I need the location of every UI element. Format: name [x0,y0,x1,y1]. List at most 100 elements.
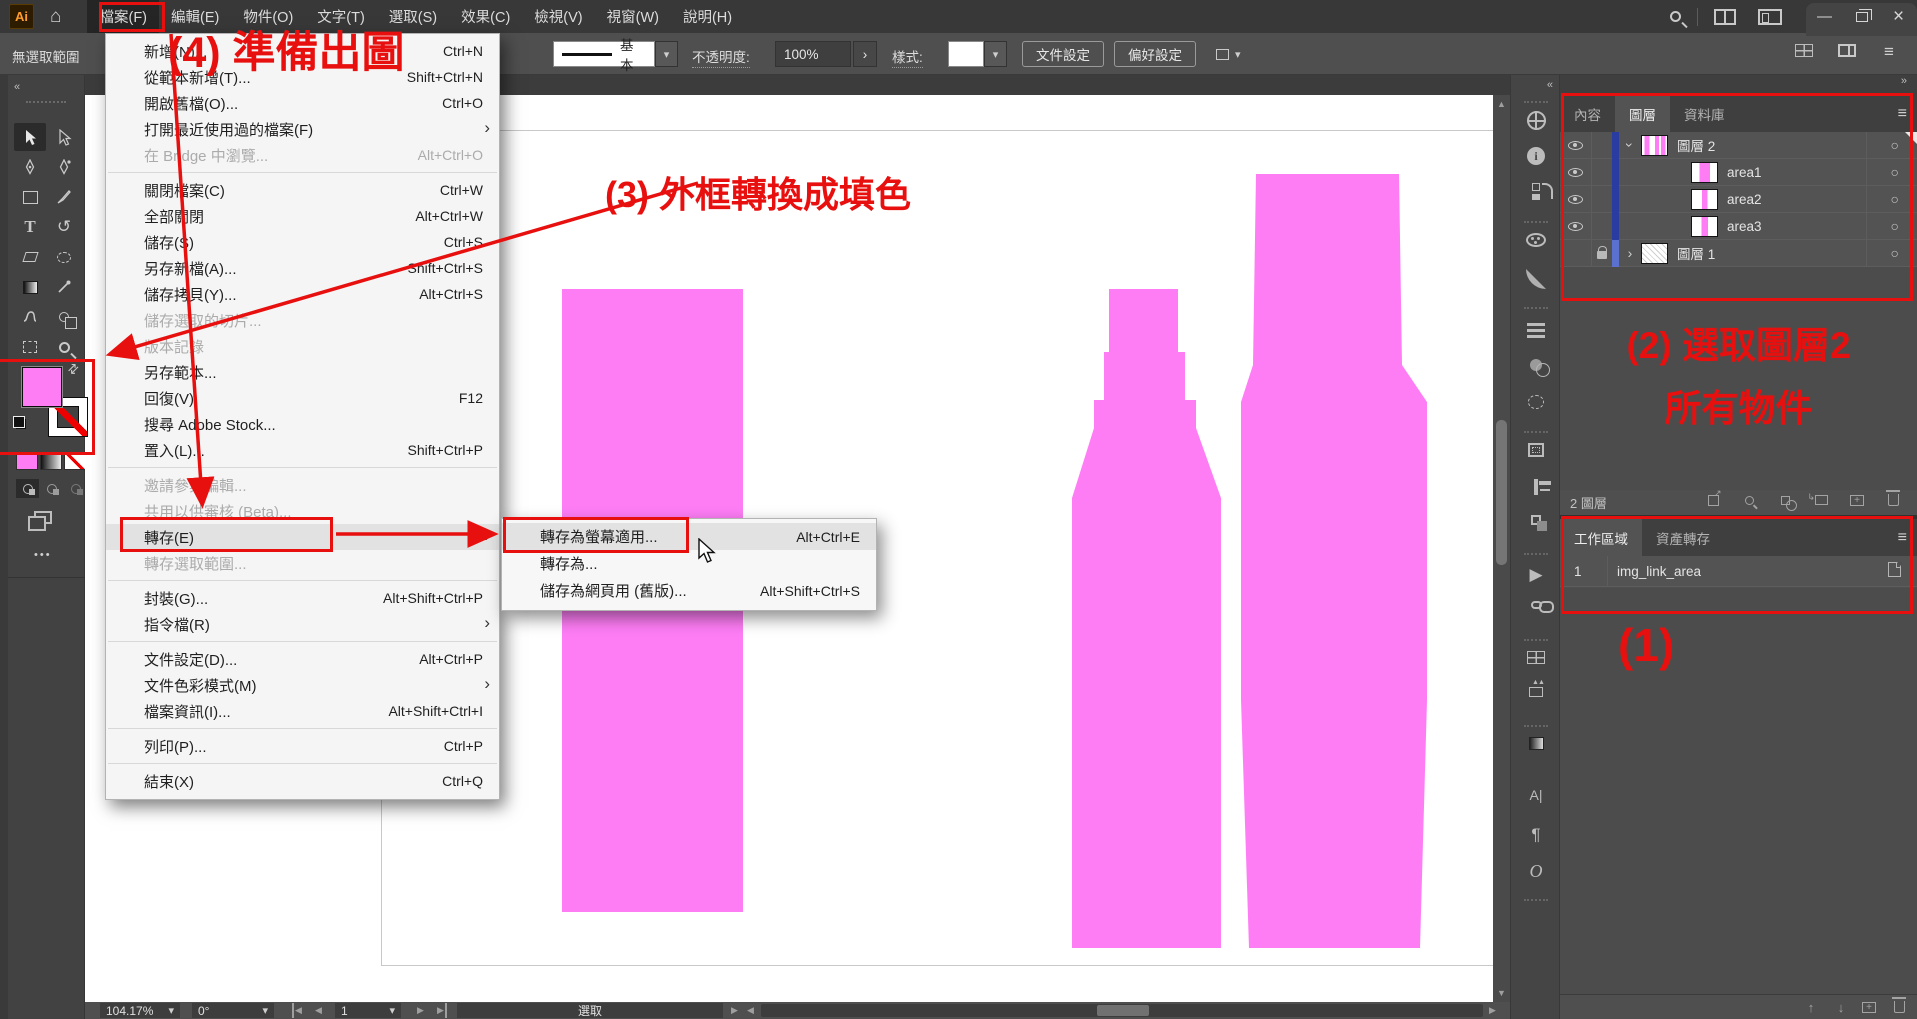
clipping-mask-icon[interactable] [1772,489,1798,511]
draw-behind-mode[interactable] [40,479,63,498]
menu-item-save-for-web-legacy[interactable]: 儲存為網頁用 (舊版)...Alt+Shift+Ctrl+S [502,577,876,604]
collapse-tools-icon[interactable]: « [14,81,20,93]
prev-artboard-button[interactable]: ◀ [315,1003,322,1018]
layer-thumbnail[interactable] [1691,216,1718,237]
menu-effect[interactable]: 效果(C) [449,0,522,33]
menu-item-export-for-screens[interactable]: 轉存為螢幕適用...Alt+Ctrl+E [502,523,876,550]
tab-libraries[interactable]: 資料庫 [1670,95,1739,132]
transparency-panel-icon[interactable] [1511,359,1561,371]
new-artboard-icon[interactable]: + [1856,996,1882,1018]
shape-builder-tool[interactable] [48,303,80,331]
menu-item-revert[interactable]: 回復(V)F12 [106,385,499,411]
expand-panels-icon[interactable]: « [1547,79,1553,91]
layer-thumbnail[interactable] [1641,135,1668,156]
paragraph-panel-icon[interactable]: ¶ [1511,825,1561,845]
menu-item-document-color-mode[interactable]: 文件色彩模式(M)› [106,672,499,698]
collect-for-export-icon[interactable] [1700,489,1726,511]
rectangle-tool[interactable] [14,183,46,211]
horizontal-scroll-thumb[interactable] [1097,1005,1149,1016]
menu-item-file-info[interactable]: 檔案資訊(I)...Alt+Shift+Ctrl+I [106,698,499,724]
width-tool[interactable] [14,303,46,331]
shaper-tool[interactable] [48,243,80,271]
new-layer-icon[interactable]: + [1844,489,1870,511]
menu-item-package[interactable]: 封裝(G)...Alt+Shift+Ctrl+P [106,585,499,611]
lock-cell[interactable] [1592,186,1612,213]
new-sublayer-icon[interactable] [1808,489,1834,511]
gradient-panel-icon[interactable] [1511,395,1561,409]
curvature-tool[interactable] [48,153,80,181]
actions-play-panel-icon[interactable]: ▶ [1511,565,1561,585]
menu-item-close[interactable]: 關閉檔案(C)Ctrl+W [106,177,499,203]
rotation-dropdown[interactable]: 0° ▾ [192,1003,274,1018]
scroll-down-icon[interactable]: ▼ [1493,988,1510,998]
restore-button[interactable] [1843,3,1880,30]
edit-toolbar-icon[interactable]: ••• [34,549,52,561]
locate-object-icon[interactable] [1736,489,1762,511]
panel-grip[interactable] [26,101,66,103]
minimize-button[interactable]: — [1806,3,1843,30]
zoom-level-dropdown[interactable]: 104.17% ▾ [100,1003,180,1018]
document-setup-button[interactable]: 文件設定 [1022,41,1104,67]
menu-file[interactable]: 檔案(F) [87,0,159,33]
expand-chevron-icon[interactable]: › [1619,245,1641,261]
layer-row-area3[interactable]: area3 ○ [1560,213,1917,240]
menu-select[interactable]: 選取(S) [377,0,449,33]
visibility-eye-icon[interactable] [1560,132,1592,159]
none-button[interactable] [64,453,86,470]
visibility-eye-icon[interactable] [1560,213,1592,240]
first-artboard-button[interactable]: ◀ [292,1003,302,1018]
tab-properties[interactable]: 內容 [1560,95,1615,132]
tab-asset-export[interactable]: 資產轉存 [1642,519,1724,556]
menu-item-open-recent[interactable]: 打開最近使用過的檔案(F)› [106,116,499,142]
target-circle-icon[interactable]: ○ [1891,245,1899,261]
move-down-icon[interactable]: ↓ [1828,996,1854,1018]
menu-help[interactable]: 說明(H) [671,0,744,33]
collapse-dock-icon[interactable]: » [1901,75,1907,87]
artboard-options-panel-icon[interactable] [1511,443,1561,457]
hscroll-right-icon[interactable]: ▶ [1489,1003,1496,1018]
search-icon[interactable] [1670,11,1681,22]
vertical-scrollbar[interactable]: ▲ ▼ [1493,95,1510,1002]
next-artboard-button[interactable]: ▶ [417,1003,424,1018]
style-swatch[interactable] [948,41,984,67]
menu-item-save[interactable]: 儲存(S)Ctrl+S [106,229,499,255]
gradient-button[interactable] [40,453,62,470]
menu-object[interactable]: 物件(O) [231,0,305,33]
scroll-up-icon[interactable]: ▲ [1493,99,1510,109]
artboard-tool[interactable] [14,333,46,361]
artboard-shape-area3[interactable] [1241,174,1427,948]
eraser-tool[interactable] [14,243,46,271]
lock-cell[interactable] [1592,132,1612,159]
menu-window[interactable]: 視窗(W) [595,0,671,33]
character-panel-icon[interactable]: A| [1511,787,1561,803]
menu-item-scripts[interactable]: 指令檔(R)› [106,611,499,637]
actions-panel-icon[interactable] [1511,183,1561,191]
menu-item-save-as-template[interactable]: 另存範本... [106,359,499,385]
style-chevron[interactable]: ▾ [984,41,1007,67]
layer-name[interactable]: 圖層 2 [1677,135,1715,155]
style-label[interactable]: 樣式: [892,46,923,68]
delete-layer-icon[interactable] [1880,489,1906,511]
layer-thumbnail[interactable] [1641,243,1668,264]
layer-name[interactable]: area1 [1727,165,1762,180]
menu-item-exit[interactable]: 結束(X)Ctrl+Q [106,768,499,794]
menu-edit[interactable]: 編輯(E) [159,0,231,33]
control-bar-menu-icon[interactable]: ≡ [1884,42,1894,62]
artboards-grid-panel-icon[interactable] [1511,651,1561,664]
menu-item-export-as[interactable]: 轉存為... [502,550,876,577]
stroke-panel-icon[interactable] [1511,323,1561,338]
artboard-row[interactable]: 1 img_link_area [1560,556,1917,587]
menu-item-new-from-template[interactable]: 從範本新增(T)...Shift+Ctrl+N [106,64,499,90]
vertical-scroll-thumb[interactable] [1496,420,1507,565]
gradient-tool[interactable] [14,273,46,301]
preferences-button[interactable]: 偏好設定 [1114,41,1196,67]
panel-menu-icon[interactable]: ≡ [1898,95,1917,132]
visibility-eye-icon[interactable] [1560,240,1592,267]
panel-layout-icon[interactable] [1838,44,1856,60]
close-button[interactable]: × [1880,3,1917,30]
default-fill-stroke-icon[interactable] [16,419,26,429]
menu-item-place[interactable]: 置入(L)...Shift+Ctrl+P [106,437,499,463]
menu-type[interactable]: 文字(T) [305,0,377,33]
opacity-label[interactable]: 不透明度: [692,46,750,68]
draw-inside-mode[interactable] [64,479,87,498]
